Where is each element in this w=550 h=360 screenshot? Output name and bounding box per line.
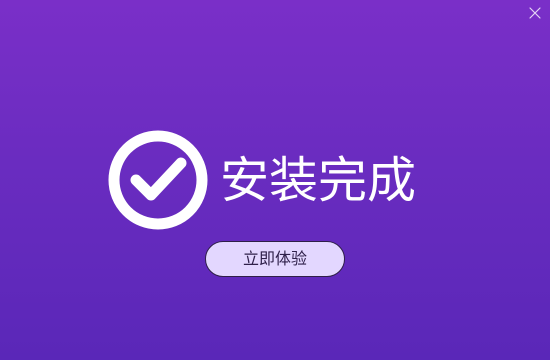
installer-window: 安装完成 立即体验: [0, 0, 550, 360]
try-now-button[interactable]: 立即体验: [205, 241, 345, 277]
completion-hero: 安装完成: [108, 130, 416, 230]
page-title: 安装完成: [220, 151, 417, 209]
close-button[interactable]: [526, 4, 544, 22]
check-circle-icon: [108, 130, 208, 230]
close-icon: [529, 7, 541, 19]
